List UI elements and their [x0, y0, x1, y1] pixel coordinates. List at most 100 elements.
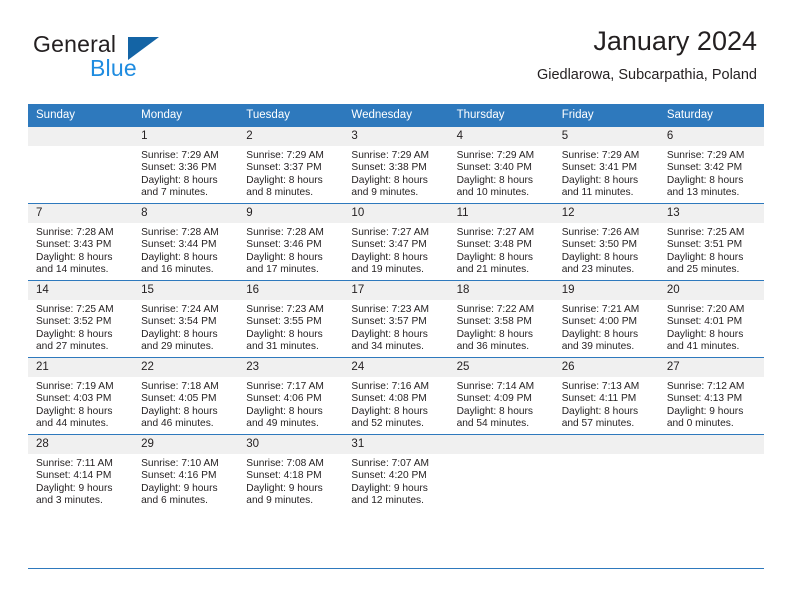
weekday-header-wednesday: Wednesday: [343, 104, 449, 127]
sunset-text: Sunset: 3:47 PM: [351, 239, 427, 251]
day-details: Sunrise: 7:29 AM Sunset: 3:42 PM Daylight:…: [659, 146, 764, 200]
sunset-text: Sunset: 4:08 PM: [351, 393, 427, 405]
calendar-day-cell[interactable]: 27 Sunrise: 7:12 AM Sunset: 4:13 PM Dayligh…: [658, 357, 764, 435]
sunrise-text: Sunrise: 7:28 AM: [141, 227, 219, 238]
calendar-day-cell[interactable]: 7 Sunrise: 7:28 AM Sunset: 3:43 PM Daylight…: [28, 203, 134, 281]
day-details: Sunrise: 7:22 AM Sunset: 3:58 PM Daylight:…: [449, 300, 554, 354]
day-details: [659, 454, 764, 458]
daylight-text-cont: and 11 minutes.: [561, 187, 634, 199]
calendar-day-cell[interactable]: 17 Sunrise: 7:23 AM Sunset: 3:57 PM Dayligh…: [343, 280, 449, 358]
calendar-day-cell[interactable]: 21 Sunrise: 7:19 AM Sunset: 4:03 PM Dayligh…: [28, 357, 134, 435]
sunset-text: Sunset: 3:46 PM: [246, 239, 322, 251]
daylight-text: Daylight: 8 hours: [246, 328, 323, 340]
weekday-header-monday: Monday: [133, 104, 239, 127]
day-number: 12: [553, 204, 659, 223]
calendar-day-cell[interactable]: 10 Sunrise: 7:27 AM Sunset: 3:47 PM Dayligh…: [343, 203, 449, 281]
sunset-text: Sunset: 4:16 PM: [141, 470, 217, 482]
calendar-day-cell[interactable]: 4 Sunrise: 7:29 AM Sunset: 3:40 PM Daylight…: [448, 126, 554, 204]
day-details: Sunrise: 7:29 AM Sunset: 3:38 PM Daylight:…: [343, 146, 448, 200]
sunset-text: Sunset: 3:40 PM: [456, 162, 532, 174]
daylight-text-cont: and 21 minutes.: [456, 264, 530, 276]
calendar-day-cell[interactable]: 31 Sunrise: 7:07 AM Sunset: 4:20 PM Dayligh…: [343, 434, 449, 511]
calendar-day-cell[interactable]: 3 Sunrise: 7:29 AM Sunset: 3:38 PM Daylight…: [343, 126, 449, 204]
sunset-text: Sunset: 3:36 PM: [141, 162, 217, 174]
daylight-text-cont: and 0 minutes.: [666, 418, 734, 430]
daylight-text: Daylight: 8 hours: [351, 251, 428, 263]
daylight-text-cont: and 19 minutes.: [351, 264, 424, 276]
calendar-day-cell[interactable]: 15 Sunrise: 7:24 AM Sunset: 3:54 PM Dayligh…: [133, 280, 239, 358]
day-details: [449, 454, 554, 458]
calendar-day-cell[interactable]: 14 Sunrise: 7:25 AM Sunset: 3:52 PM Dayligh…: [28, 280, 134, 358]
daylight-text: Daylight: 8 hours: [666, 328, 744, 340]
sunset-text: Sunset: 4:00 PM: [561, 316, 638, 328]
calendar-day-cell[interactable]: 9 Sunrise: 7:28 AM Sunset: 3:46 PM Daylight…: [238, 203, 344, 281]
general-blue-logo: General Blue: [33, 31, 203, 83]
daylight-text-cont: and 36 minutes.: [456, 341, 530, 353]
daylight-text: Daylight: 8 hours: [561, 405, 639, 417]
day-details: Sunrise: 7:11 AM Sunset: 4:14 PM Daylight:…: [28, 454, 133, 508]
sunset-text: Sunset: 4:18 PM: [246, 470, 322, 482]
daylight-text-cont: and 46 minutes.: [141, 418, 214, 430]
day-number: [658, 435, 764, 454]
calendar-day-cell[interactable]: 24 Sunrise: 7:16 AM Sunset: 4:08 PM Dayligh…: [343, 357, 449, 435]
sunrise-text: Sunrise: 7:11 AM: [36, 458, 113, 469]
daylight-text-cont: and 10 minutes.: [456, 187, 530, 199]
calendar-day-cell[interactable]: 29 Sunrise: 7:10 AM Sunset: 4:16 PM Dayligh…: [133, 434, 239, 511]
weekday-header: Sunday Monday Tuesday Wednesday Thursday Frid…: [28, 104, 764, 127]
daylight-text-cont: and 16 minutes.: [141, 264, 214, 276]
sunrise-text: Sunrise: 7:17 AM: [246, 381, 324, 392]
calendar-day-cell[interactable]: 25 Sunrise: 7:14 AM Sunset: 4:09 PM Dayligh…: [448, 357, 554, 435]
day-number: [553, 435, 659, 454]
day-number: 1: [133, 127, 239, 146]
day-number: 11: [448, 204, 554, 223]
calendar-day-cell[interactable]: 16 Sunrise: 7:23 AM Sunset: 3:55 PM Dayligh…: [238, 280, 344, 358]
calendar-day-cell[interactable]: 12 Sunrise: 7:26 AM Sunset: 3:50 PM Dayligh…: [553, 203, 659, 281]
day-details: [28, 146, 133, 150]
title-block: January 2024 Giedlarowa, Subcarpathia, P…: [537, 28, 757, 84]
day-number: [28, 127, 134, 146]
calendar-day-cell[interactable]: 20 Sunrise: 7:20 AM Sunset: 4:01 PM Dayligh…: [658, 280, 764, 358]
daylight-text: Daylight: 8 hours: [36, 328, 113, 340]
calendar-day-cell[interactable]: 5 Sunrise: 7:29 AM Sunset: 3:41 PM Daylight…: [553, 126, 659, 204]
sunset-text: Sunset: 3:57 PM: [351, 316, 427, 328]
calendar-day-cell[interactable]: 13 Sunrise: 7:25 AM Sunset: 3:51 PM Dayligh…: [658, 203, 764, 281]
daylight-text-cont: and 17 minutes.: [246, 264, 319, 276]
calendar-day-cell[interactable]: 19 Sunrise: 7:21 AM Sunset: 4:00 PM Dayligh…: [553, 280, 659, 358]
sunrise-text: Sunrise: 7:07 AM: [351, 458, 430, 469]
daylight-text: Daylight: 8 hours: [351, 174, 428, 186]
sunset-text: Sunset: 4:14 PM: [36, 470, 112, 482]
sunset-text: Sunset: 4:06 PM: [246, 393, 322, 405]
day-number: 21: [28, 358, 134, 377]
calendar-day-cell[interactable]: 6 Sunrise: 7:29 AM Sunset: 3:42 PM Daylight…: [658, 126, 764, 204]
day-number: 2: [238, 127, 344, 146]
sunset-text: Sunset: 3:42 PM: [666, 162, 743, 174]
calendar-day-cell[interactable]: 8 Sunrise: 7:28 AM Sunset: 3:44 PM Daylight…: [133, 203, 239, 281]
calendar-day-cell[interactable]: 26 Sunrise: 7:13 AM Sunset: 4:11 PM Dayligh…: [553, 357, 659, 435]
daylight-text: Daylight: 8 hours: [246, 405, 323, 417]
day-details: Sunrise: 7:29 AM Sunset: 3:36 PM Daylight:…: [133, 146, 238, 200]
sunrise-text: Sunrise: 7:14 AM: [456, 381, 535, 392]
calendar-day-cell[interactable]: 11 Sunrise: 7:27 AM Sunset: 3:48 PM Dayligh…: [448, 203, 554, 281]
calendar-day-cell-empty: [658, 434, 764, 511]
calendar-day-cell[interactable]: 1 Sunrise: 7:29 AM Sunset: 3:36 PM Daylight…: [133, 126, 239, 204]
calendar-day-cell[interactable]: 18 Sunrise: 7:22 AM Sunset: 3:58 PM Dayligh…: [448, 280, 554, 358]
calendar-day-cell[interactable]: 2 Sunrise: 7:29 AM Sunset: 3:37 PM Daylight…: [238, 126, 344, 204]
calendar-day-cell[interactable]: 23 Sunrise: 7:17 AM Sunset: 4:06 PM Dayligh…: [238, 357, 344, 435]
day-number: 22: [133, 358, 239, 377]
day-details: Sunrise: 7:25 AM Sunset: 3:51 PM Daylight:…: [659, 223, 764, 277]
day-details: Sunrise: 7:28 AM Sunset: 3:44 PM Daylight:…: [133, 223, 238, 277]
day-details: Sunrise: 7:29 AM Sunset: 3:37 PM Daylight:…: [238, 146, 343, 200]
calendar-day-cell[interactable]: 22 Sunrise: 7:18 AM Sunset: 4:05 PM Dayligh…: [133, 357, 239, 435]
calendar-day-cell[interactable]: 30 Sunrise: 7:08 AM Sunset: 4:18 PM Dayligh…: [238, 434, 344, 511]
daylight-text: Daylight: 8 hours: [561, 328, 639, 340]
day-details: Sunrise: 7:12 AM Sunset: 4:13 PM Daylight:…: [659, 377, 764, 431]
day-number: 6: [658, 127, 764, 146]
day-number: 9: [238, 204, 344, 223]
calendar-day-cell[interactable]: 28 Sunrise: 7:11 AM Sunset: 4:14 PM Dayligh…: [28, 434, 134, 511]
daylight-text-cont: and 8 minutes.: [246, 187, 314, 199]
daylight-text: Daylight: 8 hours: [666, 251, 744, 263]
sunrise-text: Sunrise: 7:24 AM: [141, 304, 219, 315]
sunset-text: Sunset: 3:55 PM: [246, 316, 322, 328]
sunrise-text: Sunrise: 7:29 AM: [351, 150, 430, 161]
day-details: [554, 454, 659, 458]
